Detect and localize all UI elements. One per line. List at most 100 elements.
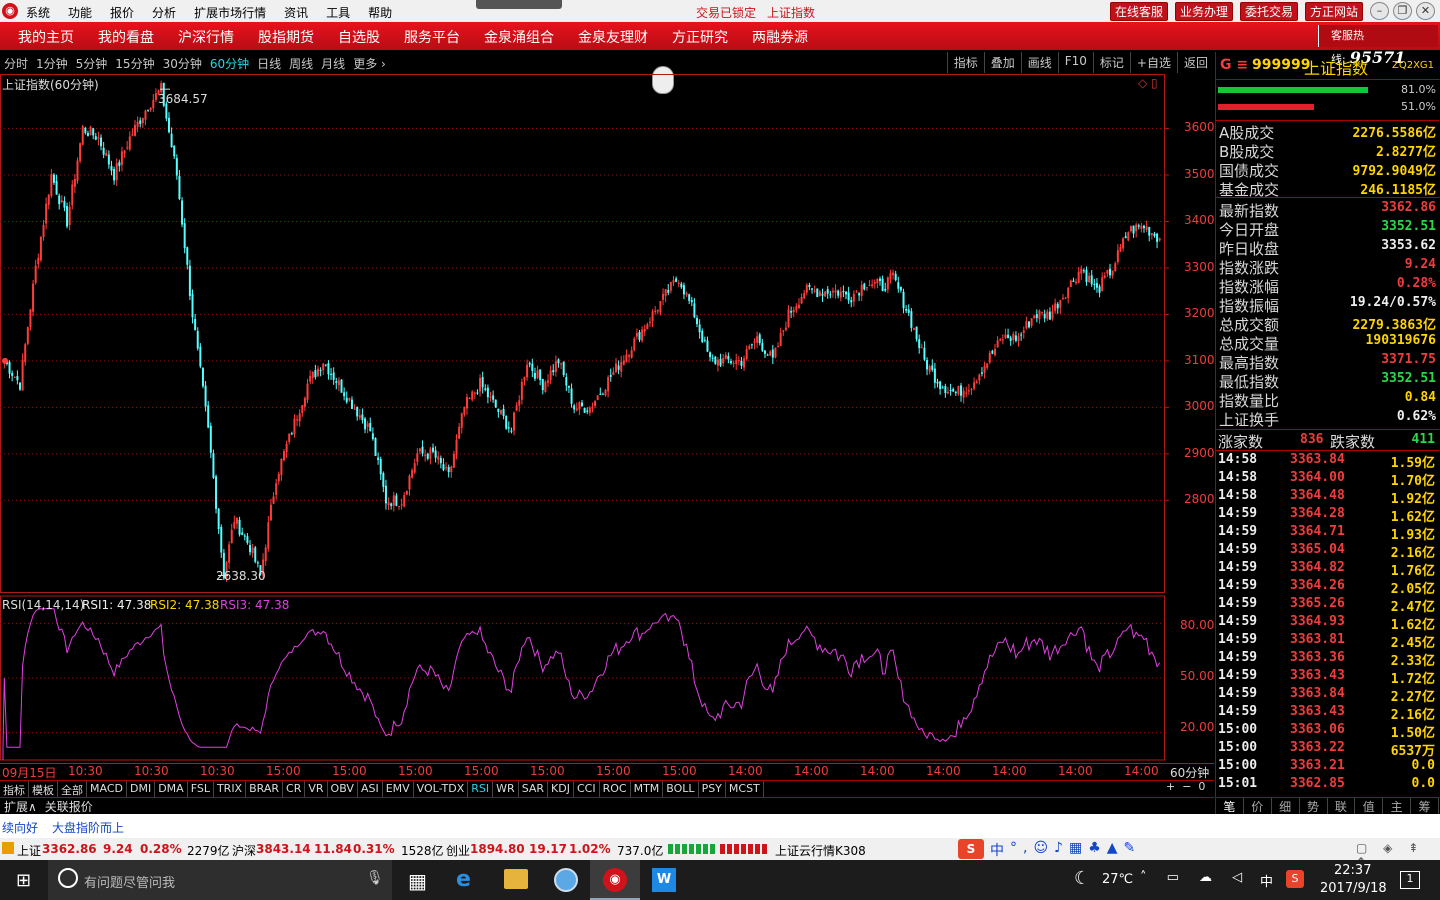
indicator-tab[interactable]: MCST (726, 781, 764, 797)
business-button[interactable]: 业务办理 (1175, 2, 1234, 21)
sogou-tray-icon[interactable]: S (1286, 870, 1304, 888)
indicator-tab[interactable]: WR (493, 781, 519, 797)
news-item-1[interactable]: 续向好 (2, 819, 38, 836)
nav-service[interactable]: 服务平台 (404, 27, 460, 47)
hotline[interactable]: 客服热线: 95571 (1318, 25, 1438, 67)
indicator-tab[interactable]: VOL-TDX (414, 781, 469, 797)
search-box[interactable]: 有问题尽管问我 🎙 (48, 860, 392, 900)
panel-tab[interactable]: 势 (1300, 798, 1328, 815)
tick-list[interactable]: 14:58 3363.84 1.59亿 14:58 3364.00 1.70亿 14:58 3… (1216, 452, 1439, 796)
weather-temp[interactable]: 27℃ (1102, 872, 1133, 887)
indicator-tab[interactable]: KDJ (548, 781, 574, 797)
news-item-2[interactable]: 大盘指阶而上 (52, 819, 124, 836)
indicator-tab[interactable]: MACD (87, 781, 127, 797)
indicator-tab[interactable]: 全部 (58, 781, 87, 797)
chart-canvas[interactable] (0, 74, 1214, 764)
indicator-tab[interactable]: BOLL (663, 781, 699, 797)
nav-my-board[interactable]: 我的看盘 (98, 27, 154, 47)
indicator-tab[interactable]: CR (283, 781, 306, 797)
nav-margin[interactable]: 两融券源 (752, 27, 808, 47)
minimize-icon[interactable]: – (1370, 2, 1389, 20)
chart-options-icon[interactable]: ◇ ▯ (1138, 76, 1158, 90)
period-week[interactable]: 周线 (289, 55, 313, 72)
period-60min[interactable]: 60分钟 (210, 55, 249, 72)
menu-system[interactable]: 系统 (26, 4, 50, 21)
tool-draw[interactable]: 画线 (1020, 52, 1058, 73)
mic-icon[interactable]: 🎙 (366, 870, 384, 886)
period-intraday[interactable]: 分时 (4, 55, 28, 72)
menu-quote[interactable]: 报价 (110, 4, 134, 21)
indicator-tab[interactable]: RSI (468, 781, 494, 797)
tray-icons[interactable]: ˄ ▭ ☁ ◁ (1140, 870, 1250, 885)
panel-tab[interactable]: 筹 (1411, 798, 1439, 815)
indicator-tab[interactable]: MTM (631, 781, 664, 797)
indicator-tab[interactable]: DMI (127, 781, 156, 797)
restore-icon[interactable]: ❐ (1393, 2, 1412, 20)
ime-mode[interactable]: 中 (990, 840, 1004, 860)
nav-home[interactable]: 我的主页 (18, 27, 74, 47)
tab-extend[interactable]: 扩展∧ (0, 798, 41, 814)
indicator-tab[interactable]: ASI (358, 781, 383, 797)
tab-related[interactable]: 关联报价 (41, 798, 97, 814)
clock-date[interactable]: 2017/9/18 (1320, 881, 1387, 896)
menu-function[interactable]: 功能 (68, 4, 92, 21)
period-5min[interactable]: 5分钟 (76, 55, 108, 72)
panel-tab[interactable]: 价 (1244, 798, 1272, 815)
indicator-tab[interactable]: FSL (188, 781, 214, 797)
nav-watchlist[interactable]: 自选股 (338, 27, 380, 47)
sogou-ime-icon[interactable]: S (958, 839, 984, 859)
nav-portfolio[interactable]: 金泉涌组合 (484, 27, 554, 47)
nav-hs-market[interactable]: 沪深行情 (178, 27, 234, 47)
clock-time[interactable]: 22:37 (1334, 863, 1371, 878)
menu-ext-market[interactable]: 扩展市场行情 (194, 4, 266, 21)
taskbar-app-active[interactable]: ◉ (590, 860, 640, 900)
period-month[interactable]: 月线 (321, 55, 345, 72)
indicator-tab[interactable]: CCI (574, 781, 600, 797)
indicator-tab[interactable]: PSY (699, 781, 726, 797)
tool-add-watch[interactable]: +自选 (1129, 52, 1177, 73)
indicator-tab[interactable]: VR (305, 781, 328, 797)
cloud-quote[interactable]: 上证云行情K308 (775, 842, 866, 859)
indicator-tab[interactable]: 指标 (0, 781, 29, 797)
ime-tools-icons[interactable]: °,☺♪▦♣▲✎ (1010, 840, 1141, 856)
menu-analysis[interactable]: 分析 (152, 4, 176, 21)
tool-overlay[interactable]: 叠加 (983, 52, 1021, 73)
menu-tools[interactable]: 工具 (326, 4, 350, 21)
notification-icon[interactable]: 1 (1400, 871, 1420, 889)
period-30min[interactable]: 30分钟 (163, 55, 202, 72)
tool-mark[interactable]: 标记 (1092, 52, 1130, 73)
indicator-tab[interactable]: ROC (600, 781, 631, 797)
panel-tab[interactable]: 主 (1383, 798, 1412, 815)
nav-research[interactable]: 方正研究 (672, 27, 728, 47)
period-15min[interactable]: 15分钟 (115, 55, 154, 72)
tool-back[interactable]: 返回 (1176, 52, 1214, 73)
wps-icon[interactable]: W (652, 868, 676, 892)
panel-tab[interactable]: 联 (1328, 798, 1356, 815)
windows-start-icon[interactable]: ⊞ (16, 870, 31, 891)
edge-icon[interactable]: e (456, 867, 471, 892)
trade-lock-status[interactable]: 交易已锁定 (696, 4, 756, 21)
explorer-icon[interactable] (504, 869, 528, 889)
indicator-tab[interactable]: DMA (155, 781, 188, 797)
panel-tab[interactable]: 细 (1272, 798, 1300, 815)
website-button[interactable]: 方正网站 (1305, 2, 1364, 21)
panel-tab[interactable]: 值 (1355, 798, 1384, 815)
panel-tab[interactable]: 笔 (1216, 798, 1244, 815)
indicator-tab[interactable]: EMV (383, 781, 414, 797)
period-day[interactable]: 日线 (257, 55, 281, 72)
trade-button[interactable]: 委托交易 (1240, 2, 1299, 21)
indicator-tab[interactable]: SAR (519, 781, 549, 797)
indicator-tab[interactable]: OBV (328, 781, 358, 797)
drop-tray[interactable] (476, 0, 562, 9)
menu-news[interactable]: 资讯 (284, 4, 308, 21)
store-icon[interactable]: ▦ (408, 869, 427, 893)
indicator-tab[interactable]: BRAR (246, 781, 284, 797)
indicator-tab[interactable]: TRIX (214, 781, 247, 797)
nav-futures[interactable]: 股指期货 (258, 27, 314, 47)
ie-icon[interactable] (554, 868, 578, 892)
indicator-tab[interactable]: 模板 (29, 781, 58, 797)
period-more[interactable]: 更多 › (353, 55, 386, 72)
nav-wealth[interactable]: 金泉友理财 (578, 27, 648, 47)
period-1min[interactable]: 1分钟 (36, 55, 68, 72)
zoom-controls[interactable]: + − 0 (1166, 780, 1205, 793)
